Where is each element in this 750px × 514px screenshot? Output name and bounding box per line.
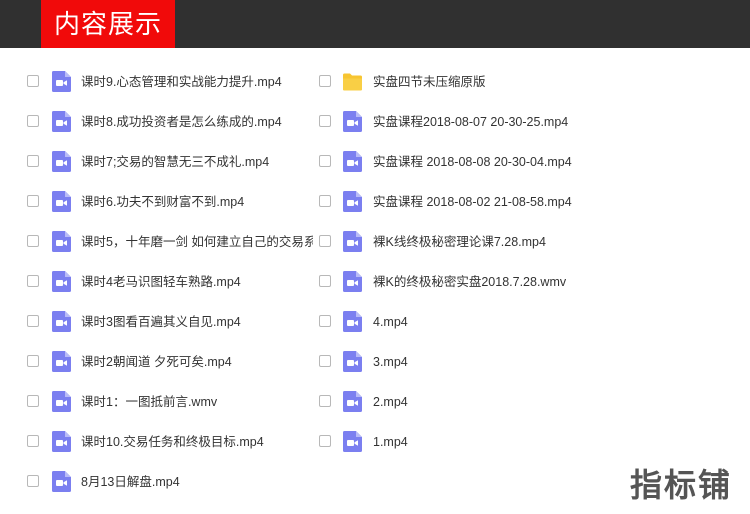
file-checkbox[interactable] [319,315,331,327]
file-checkbox[interactable] [27,275,39,287]
folder-icon [343,73,362,91]
file-row[interactable]: 课时8.成功投资者是怎么练成的.mp4 [0,102,300,142]
video-file-icon [343,391,362,412]
video-file-icon [52,271,71,292]
file-row[interactable]: 裸K的终极秘密实盘2018.7.28.wmv [300,262,600,302]
video-file-icon [343,311,362,332]
file-checkbox[interactable] [27,435,39,447]
video-file-icon [52,431,71,452]
page-title: 内容展示 [41,0,175,48]
video-file-icon [52,151,71,172]
file-name[interactable]: 2.mp4 [373,394,408,410]
file-checkbox[interactable] [27,155,39,167]
file-name[interactable]: 课时10.交易任务和终极目标.mp4 [81,434,264,450]
file-checkbox[interactable] [27,195,39,207]
file-row[interactable]: 4.mp4 [300,302,600,342]
file-checkbox[interactable] [319,395,331,407]
file-row[interactable]: 课时3图看百遍其义自见.mp4 [0,302,300,342]
file-list-right: 实盘四节未压缩原版 实盘课程2018-08-07 20-30-25.mp4 实盘… [300,62,600,462]
watermark-logo: 指标铺 [629,467,732,503]
file-name[interactable]: 课时8.成功投资者是怎么练成的.mp4 [81,114,282,130]
file-checkbox[interactable] [319,75,331,87]
file-checkbox[interactable] [319,355,331,367]
video-file-icon [343,351,362,372]
file-row[interactable]: 课时4老马识图轻车熟路.mp4 [0,262,300,302]
file-name[interactable]: 8月13日解盘.mp4 [81,474,180,490]
file-row[interactable]: 课时9.心态管理和实战能力提升.mp4 [0,62,300,102]
video-file-icon [343,431,362,452]
file-name[interactable]: 1.mp4 [373,434,408,450]
file-row[interactable]: 实盘四节未压缩原版 [300,62,600,102]
file-row[interactable]: 课时2朝闻道 夕死可矣.mp4 [0,342,300,382]
file-checkbox[interactable] [27,235,39,247]
video-file-icon [343,151,362,172]
file-checkbox[interactable] [27,355,39,367]
file-row[interactable]: 实盘课程 2018-08-08 20-30-04.mp4 [300,142,600,182]
file-row[interactable]: 裸K线终极秘密理论课7.28.mp4 [300,222,600,262]
file-checkbox[interactable] [319,195,331,207]
file-name[interactable]: 课时5，十年磨一剑 如何建立自己的交易系统 [81,234,313,250]
video-file-icon [52,71,71,92]
file-row[interactable]: 课时6.功夫不到财富不到.mp4 [0,182,300,222]
file-name[interactable]: 实盘四节未压缩原版 [373,74,486,90]
file-checkbox[interactable] [27,315,39,327]
file-name[interactable]: 课时6.功夫不到财富不到.mp4 [81,194,244,210]
video-file-icon [343,191,362,212]
file-name[interactable]: 4.mp4 [373,314,408,330]
file-row[interactable]: 实盘课程2018-08-07 20-30-25.mp4 [300,102,600,142]
file-name[interactable]: 课时7;交易的智慧无三不成礼.mp4 [81,154,269,170]
file-row[interactable]: 8月13日解盘.mp4 [0,462,300,502]
file-name[interactable]: 裸K的终极秘密实盘2018.7.28.wmv [373,274,566,290]
file-row[interactable]: 实盘课程 2018-08-02 21-08-58.mp4 [300,182,600,222]
file-row[interactable]: 3.mp4 [300,342,600,382]
file-checkbox[interactable] [319,155,331,167]
file-name[interactable]: 课时1：一图抵前言.wmv [81,394,217,410]
file-name[interactable]: 实盘课程2018-08-07 20-30-25.mp4 [373,114,568,130]
file-row[interactable]: 课时5，十年磨一剑 如何建立自己的交易系统 [0,222,313,262]
video-file-icon [52,471,71,492]
file-checkbox[interactable] [27,475,39,487]
file-name[interactable]: 实盘课程 2018-08-02 21-08-58.mp4 [373,194,572,210]
file-name[interactable]: 课时4老马识图轻车熟路.mp4 [81,274,241,290]
file-checkbox[interactable] [319,115,331,127]
video-file-icon [52,391,71,412]
video-file-icon [343,111,362,132]
file-checkbox[interactable] [319,235,331,247]
video-file-icon [343,271,362,292]
file-name[interactable]: 课时9.心态管理和实战能力提升.mp4 [81,74,282,90]
video-file-icon [52,351,71,372]
file-checkbox[interactable] [27,75,39,87]
file-name[interactable]: 裸K线终极秘密理论课7.28.mp4 [373,234,546,250]
video-file-icon [52,231,71,252]
file-list-left: 课时9.心态管理和实战能力提升.mp4 课时8.成功投资者是怎么练成的.mp4 … [0,62,313,502]
file-name[interactable]: 3.mp4 [373,354,408,370]
file-row[interactable]: 1.mp4 [300,422,600,462]
file-name[interactable]: 课时2朝闻道 夕死可矣.mp4 [81,354,232,370]
file-row[interactable]: 课时10.交易任务和终极目标.mp4 [0,422,300,462]
video-file-icon [52,311,71,332]
file-name[interactable]: 课时3图看百遍其义自见.mp4 [81,314,241,330]
video-file-icon [343,231,362,252]
file-row[interactable]: 2.mp4 [300,382,600,422]
file-row[interactable]: 课时7;交易的智慧无三不成礼.mp4 [0,142,300,182]
file-checkbox[interactable] [27,115,39,127]
file-checkbox[interactable] [319,435,331,447]
file-checkbox[interactable] [319,275,331,287]
file-checkbox[interactable] [27,395,39,407]
video-file-icon [52,111,71,132]
file-name[interactable]: 实盘课程 2018-08-08 20-30-04.mp4 [373,154,572,170]
top-bar: 内容展示 [0,0,750,48]
video-file-icon [52,191,71,212]
file-row[interactable]: 课时1：一图抵前言.wmv [0,382,300,422]
